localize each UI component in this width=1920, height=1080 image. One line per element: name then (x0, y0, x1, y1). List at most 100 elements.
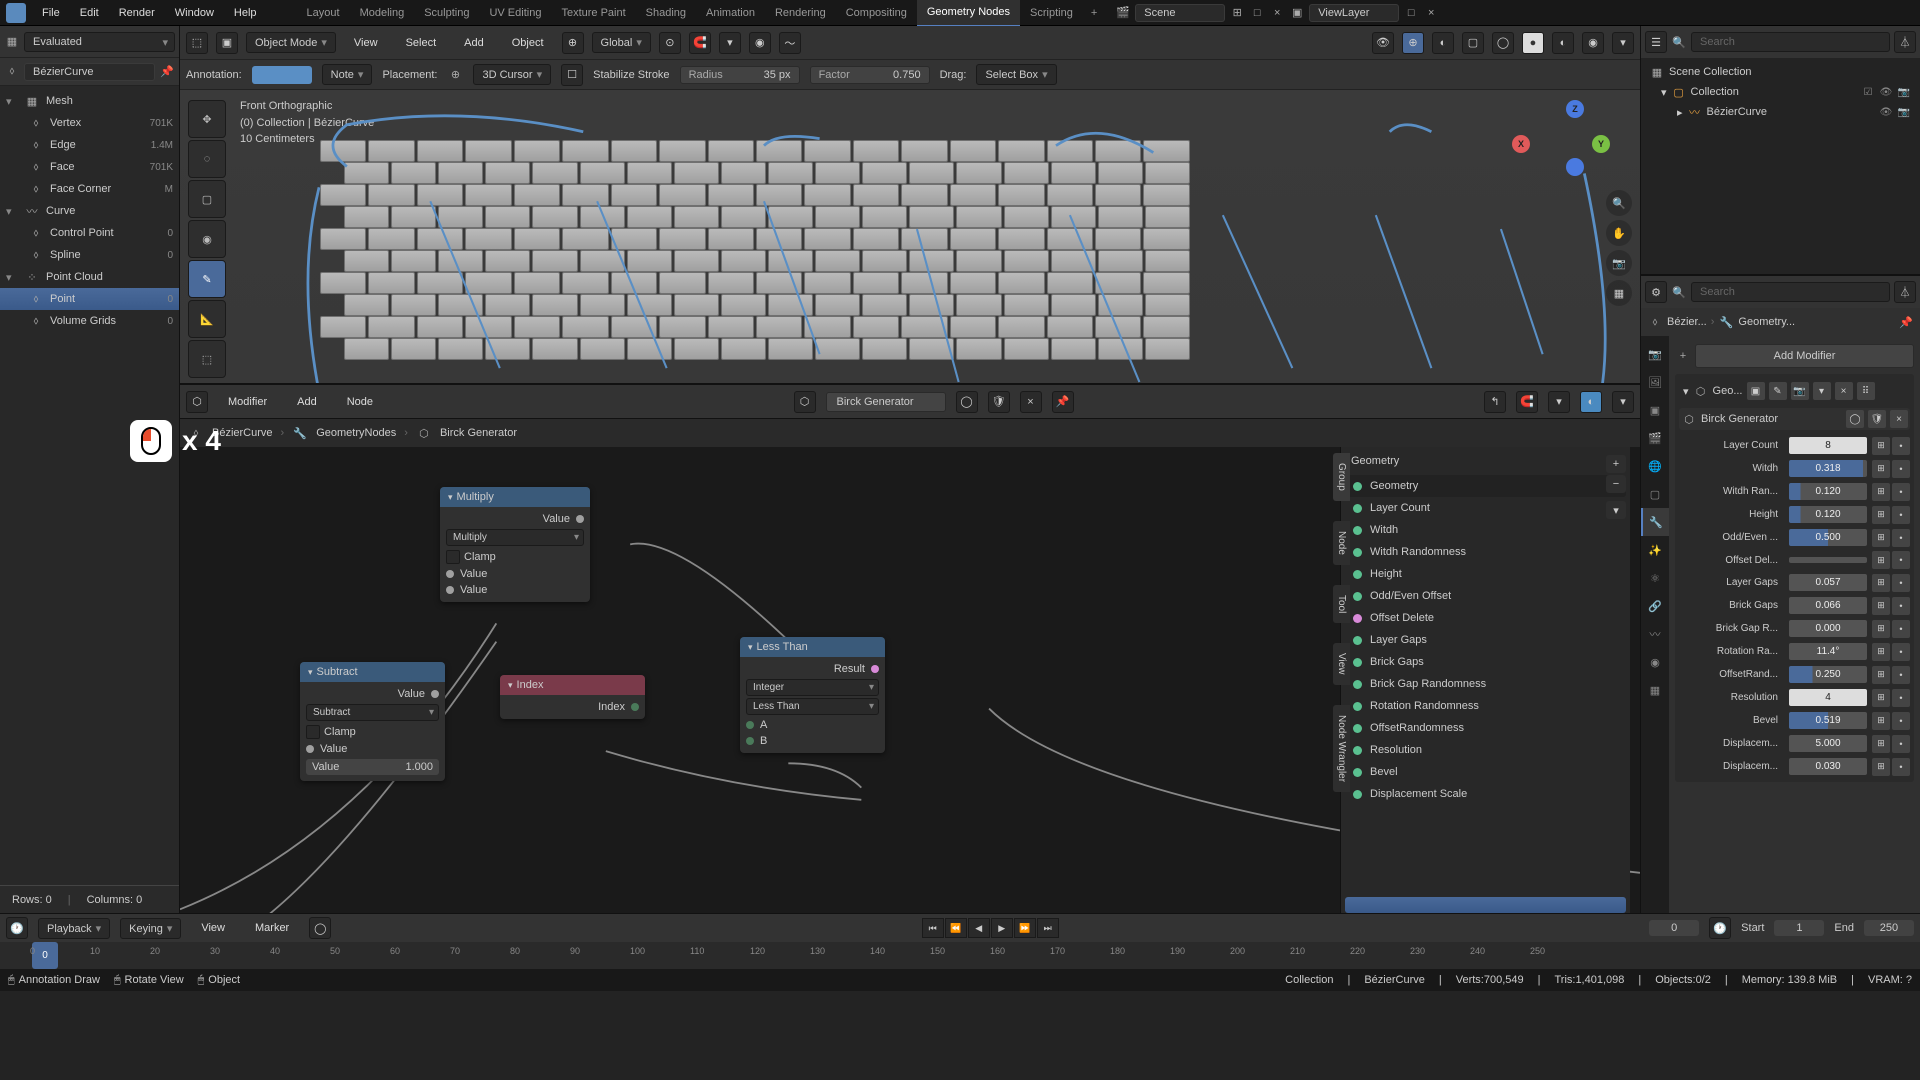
axis-z[interactable]: Z (1566, 100, 1584, 118)
node-group-icon[interactable]: ⬡ (794, 391, 816, 413)
gp-remove[interactable]: − (1606, 475, 1626, 493)
vtab-node[interactable]: Node (1333, 521, 1350, 565)
menu-render[interactable]: Render (109, 0, 165, 26)
node-fake-icon[interactable]: 🛡 (988, 391, 1010, 413)
tl-view[interactable]: View (191, 915, 235, 941)
node-multiply[interactable]: Multiply Value Multiply Clamp Value Valu… (440, 487, 590, 602)
menu-node[interactable]: Node (337, 389, 383, 415)
gen-users[interactable]: ◯ (1846, 410, 1864, 428)
ptab-viewlayer[interactable]: ▣ (1641, 396, 1669, 424)
tool-rotate[interactable]: ◉ (188, 220, 226, 258)
mod-delete-icon[interactable]: × (1835, 382, 1853, 400)
menu-modifier[interactable]: Modifier (218, 389, 277, 415)
node-editor-icon[interactable]: ⬡ (186, 391, 208, 413)
col-render-icon[interactable]: 📷 (1896, 84, 1912, 100)
node-overlay-opt-icon[interactable]: ▾ (1612, 391, 1634, 413)
visibility-icon[interactable]: 👁 (1372, 32, 1394, 54)
ws-uv[interactable]: UV Editing (479, 0, 551, 26)
mod-realtime-icon[interactable]: ▣ (1747, 382, 1765, 400)
tree-point[interactable]: ⬨Point0 (0, 288, 179, 310)
tool-annotate[interactable]: ✎ (188, 260, 226, 298)
tool-measure[interactable]: 📐 (188, 300, 226, 338)
persp-icon[interactable]: ▦ (1606, 280, 1632, 306)
col-exclude-icon[interactable]: ☑ (1860, 84, 1876, 100)
menu-help[interactable]: Help (224, 0, 267, 26)
node-parent-icon[interactable]: ↰ (1484, 391, 1506, 413)
menu-edit[interactable]: Edit (70, 0, 109, 26)
autokey-icon[interactable]: ◯ (309, 917, 331, 939)
playback-menu[interactable]: Playback (38, 918, 110, 939)
xray-icon[interactable]: ▢ (1462, 32, 1484, 54)
scene-browse-icon[interactable]: ⊞ (1229, 5, 1245, 21)
object-icon[interactable]: ⬨ (4, 64, 20, 80)
navigation-gizmo[interactable]: Z X Y (1540, 100, 1610, 170)
jump-start[interactable]: ⏮ (922, 918, 944, 938)
lessthan-type[interactable]: Integer (746, 679, 879, 696)
gp-move[interactable]: ▾ (1606, 501, 1626, 519)
end-frame[interactable]: 250 (1864, 920, 1914, 936)
placement-dropdown[interactable]: 3D Cursor (473, 64, 551, 85)
menu-object[interactable]: Object (502, 30, 554, 56)
menu-window[interactable]: Window (165, 0, 224, 26)
tree-pointcloud[interactable]: ▾⁘Point Cloud (0, 266, 179, 288)
gp-item-4[interactable]: Height (1345, 563, 1626, 585)
ptab-texture[interactable]: ▦ (1641, 676, 1669, 704)
shading-options-icon[interactable]: ▾ (1612, 32, 1634, 54)
gp-item-6[interactable]: Offset Delete (1345, 607, 1626, 629)
ws-scripting[interactable]: Scripting (1020, 0, 1083, 26)
ws-compositing[interactable]: Compositing (836, 0, 917, 26)
radius-field[interactable]: Radius35 px (680, 66, 800, 84)
ptab-output[interactable]: 🖼 (1641, 368, 1669, 396)
tree-vertex[interactable]: ⬨Vertex701K (0, 112, 179, 134)
annotation-note[interactable]: Note (322, 64, 373, 85)
jump-end[interactable]: ⏭ (1037, 918, 1059, 938)
scene-new-icon[interactable]: □ (1249, 5, 1265, 21)
mod-extras-icon[interactable]: ⠿ (1857, 382, 1875, 400)
subtract-value[interactable]: Value1.000 (306, 759, 439, 775)
curve-hide-icon[interactable]: 👁 (1878, 104, 1894, 120)
axis-x[interactable]: X (1512, 135, 1530, 153)
ws-sculpting[interactable]: Sculpting (414, 0, 479, 26)
stabilize-checkbox[interactable]: ☐ (561, 64, 583, 86)
menu-add-node[interactable]: Add (287, 389, 327, 415)
gp-item-5[interactable]: Odd/Even Offset (1345, 585, 1626, 607)
proportional-type-icon[interactable]: 〜 (779, 32, 801, 54)
ptab-object[interactable]: ▢ (1641, 480, 1669, 508)
proportional-icon[interactable]: ◉ (749, 32, 771, 54)
play[interactable]: ▶ (991, 918, 1013, 938)
node-index-header[interactable]: Index (500, 675, 645, 695)
overlays-icon[interactable]: ◐ (1432, 32, 1454, 54)
mod-options-icon[interactable]: ▾ (1813, 382, 1831, 400)
bc-mod[interactable]: GeometryNodes (316, 427, 396, 439)
scene-del-icon[interactable]: × (1269, 5, 1285, 21)
tl-marker[interactable]: Marker (245, 915, 299, 941)
pc-obj[interactable]: Bézier... (1667, 316, 1707, 328)
ptab-material[interactable]: ◉ (1641, 648, 1669, 676)
layer-del-icon[interactable]: × (1423, 5, 1439, 21)
node-overlay-icon[interactable]: ◐ (1580, 391, 1602, 413)
ptab-modifier[interactable]: 🔧 (1641, 508, 1669, 536)
snap-icon[interactable]: 🧲 (689, 32, 711, 54)
gp-item-3[interactable]: Witdh Randomness (1345, 541, 1626, 563)
outliner-search[interactable]: Search (1691, 32, 1890, 52)
add-mod-icon[interactable]: + (1675, 348, 1691, 364)
gp-item-10[interactable]: Rotation Randomness (1345, 695, 1626, 717)
shading-material-icon[interactable]: ◐ (1552, 32, 1574, 54)
shading-render-icon[interactable]: ◉ (1582, 32, 1604, 54)
tool-select[interactable]: ◌ (188, 140, 226, 178)
gp-add[interactable]: + (1606, 455, 1626, 473)
editor-type-icon[interactable]: ⬚ (186, 32, 208, 54)
mod-name[interactable]: Geo... (1713, 385, 1743, 397)
node-snap-icon[interactable]: 🧲 (1516, 391, 1538, 413)
vtab-tool[interactable]: Tool (1333, 585, 1350, 623)
gp-item-8[interactable]: Brick Gaps (1345, 651, 1626, 673)
node-pin-icon[interactable]: 📌 (1052, 391, 1074, 413)
gizmo-icon[interactable]: ⊕ (1402, 32, 1424, 54)
scene-name[interactable]: Scene (1135, 4, 1225, 22)
out-curve[interactable]: ▸〰BézierCurve 👁 📷 (1645, 102, 1916, 122)
ws-modeling[interactable]: Modeling (350, 0, 415, 26)
prop-options-icon[interactable]: ⏃ (1894, 281, 1916, 303)
add-modifier-button[interactable]: Add Modifier (1695, 344, 1914, 368)
multiply-op[interactable]: Multiply (446, 529, 584, 546)
axis-neg-y[interactable] (1566, 158, 1584, 176)
